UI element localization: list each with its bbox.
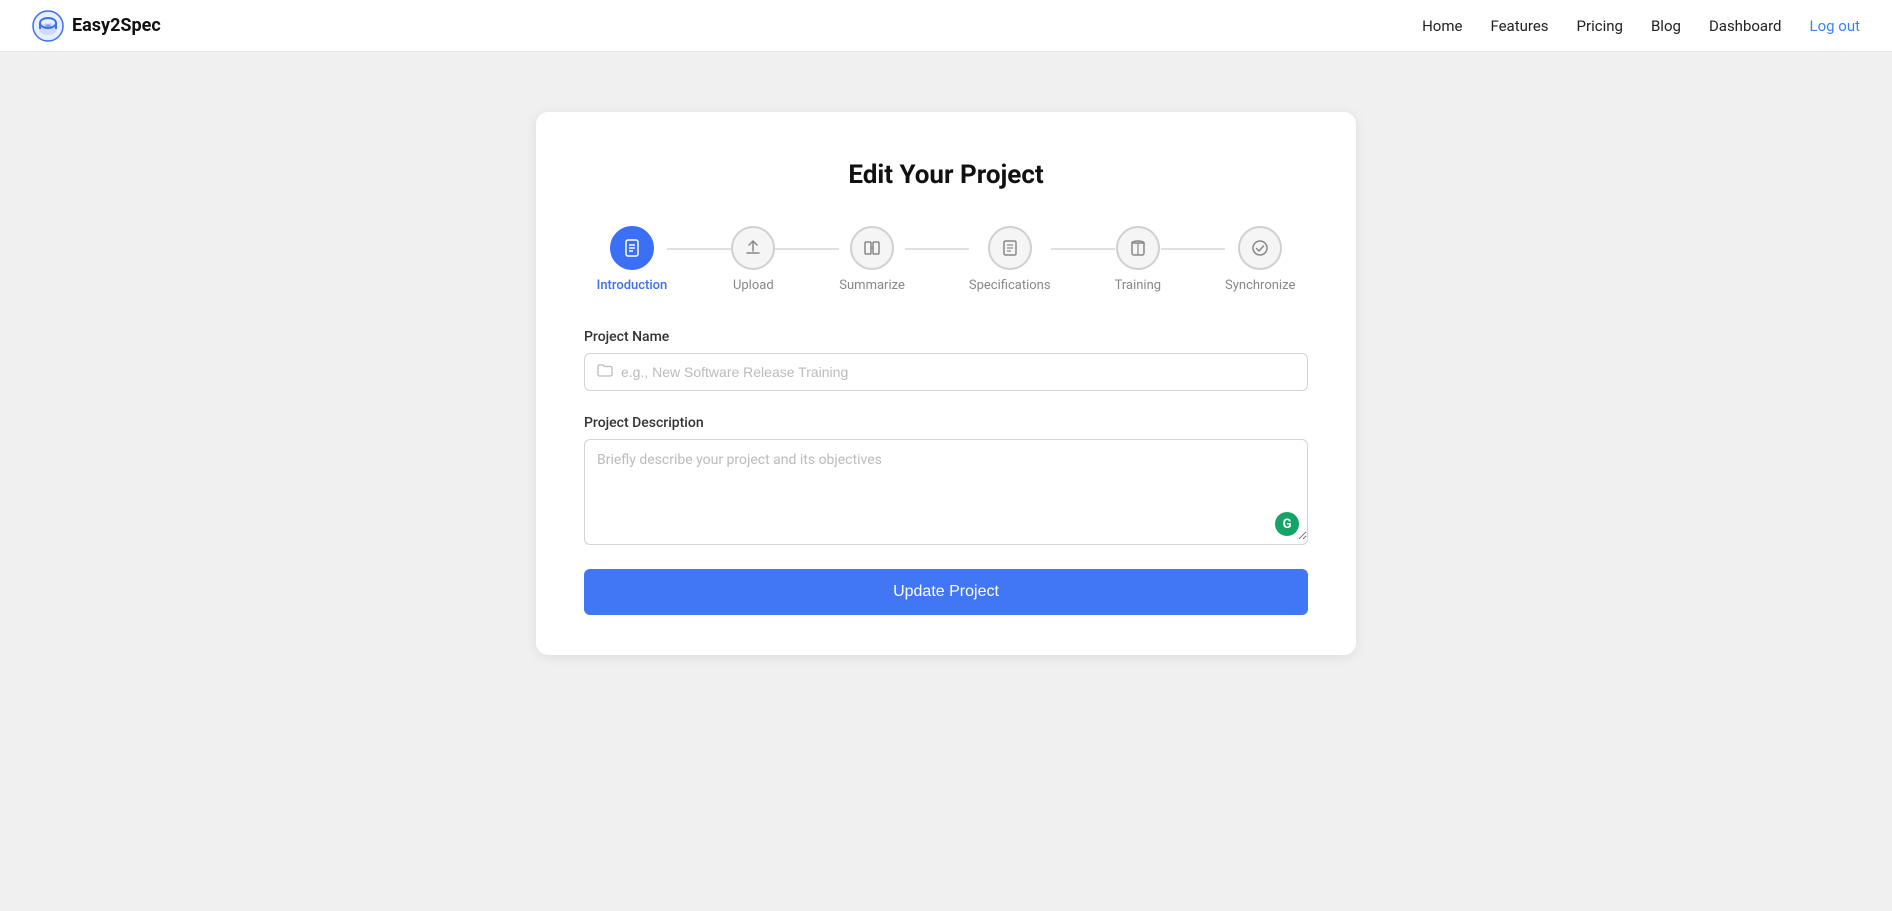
connector-1 <box>667 248 731 250</box>
step-label-upload: Upload <box>733 278 774 293</box>
nav-blog[interactable]: Blog <box>1651 17 1681 35</box>
step-upload[interactable]: Upload <box>731 226 775 293</box>
nav-links: Home Features Pricing Blog Dashboard Log… <box>1422 17 1860 35</box>
nav-logout[interactable]: Log out <box>1809 17 1860 35</box>
project-description-group: Project Description G <box>584 415 1308 545</box>
project-description-wrapper: G <box>584 439 1308 545</box>
project-description-label: Project Description <box>584 415 1308 431</box>
project-name-input-wrapper <box>584 353 1308 391</box>
brand-name: Easy2Spec <box>72 15 161 36</box>
step-circle-introduction <box>610 226 654 270</box>
step-label-training: Training <box>1115 278 1161 293</box>
synchronize-icon <box>1251 239 1269 257</box>
project-name-input[interactable] <box>621 354 1295 390</box>
step-synchronize[interactable]: Synchronize <box>1225 226 1295 293</box>
connector-5 <box>1161 248 1225 250</box>
step-introduction[interactable]: Introduction <box>597 226 668 293</box>
step-label-summarize: Summarize <box>839 278 905 293</box>
connector-2 <box>775 248 839 250</box>
brand-logo-icon <box>32 10 64 42</box>
document-icon <box>622 238 642 258</box>
navbar: Easy2Spec Home Features Pricing Blog Das… <box>0 0 1892 52</box>
folder-icon <box>597 362 613 382</box>
step-specifications[interactable]: Specifications <box>969 226 1051 293</box>
step-label-introduction: Introduction <box>597 278 668 293</box>
step-label-specifications: Specifications <box>969 278 1051 293</box>
step-circle-synchronize <box>1238 226 1282 270</box>
specifications-icon <box>1001 239 1019 257</box>
step-circle-summarize <box>850 226 894 270</box>
step-circle-upload <box>731 226 775 270</box>
grammarly-icon: G <box>1275 512 1299 536</box>
project-description-input[interactable] <box>585 440 1307 540</box>
summarize-icon <box>863 239 881 257</box>
update-project-button[interactable]: Update Project <box>584 569 1308 615</box>
step-summarize[interactable]: Summarize <box>839 226 905 293</box>
main-content: Edit Your Project Introduction <box>0 52 1892 911</box>
step-circle-training <box>1116 226 1160 270</box>
stepper: Introduction Upload <box>584 226 1308 293</box>
step-circle-specifications <box>988 226 1032 270</box>
connector-3 <box>905 248 969 250</box>
step-training[interactable]: Training <box>1115 226 1161 293</box>
nav-features[interactable]: Features <box>1490 17 1548 35</box>
upload-icon <box>744 239 762 257</box>
step-label-synchronize: Synchronize <box>1225 278 1295 293</box>
connector-4 <box>1051 248 1115 250</box>
training-icon <box>1129 239 1147 257</box>
nav-brand[interactable]: Easy2Spec <box>32 10 161 42</box>
project-name-group: Project Name <box>584 329 1308 391</box>
nav-dashboard[interactable]: Dashboard <box>1709 17 1782 35</box>
project-name-label: Project Name <box>584 329 1308 345</box>
card-title: Edit Your Project <box>584 160 1308 190</box>
edit-project-card: Edit Your Project Introduction <box>536 112 1356 655</box>
nav-pricing[interactable]: Pricing <box>1577 17 1623 35</box>
nav-home[interactable]: Home <box>1422 17 1462 35</box>
